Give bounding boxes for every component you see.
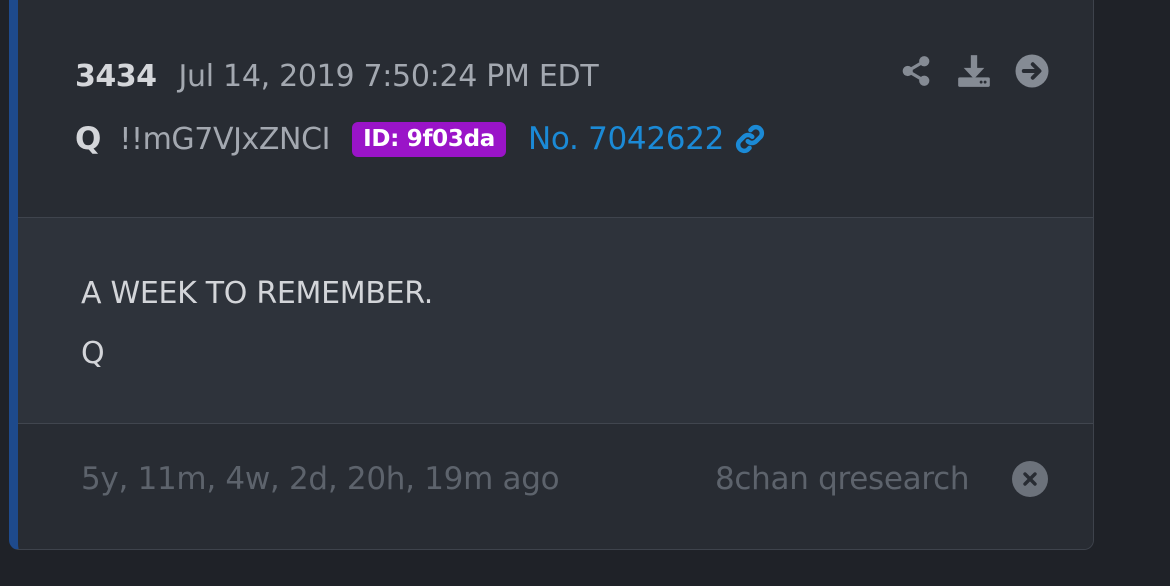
- post-source: 8chan qresearch: [715, 461, 970, 497]
- id-badge: ID: 9f03da: [352, 121, 506, 157]
- post-actions: [896, 51, 1070, 91]
- post-author-row: Q !!mG7VJxZNCI ID: 9f03da No. 7042622: [75, 117, 768, 161]
- share-icon: [902, 56, 930, 86]
- post-message: A WEEK TO REMEMBER. Q: [18, 218, 1093, 424]
- arrow-circle-right-icon: [1015, 54, 1049, 88]
- post-header: 3434 Jul 14, 2019 7:50:24 PM EDT Q !!mG7…: [18, 0, 1093, 218]
- author-name: Q: [75, 121, 102, 157]
- message-line: Q: [81, 336, 105, 371]
- link-icon[interactable]: [732, 121, 768, 157]
- tripcode: !!mG7VJxZNCI: [119, 121, 331, 157]
- post-card: 3434 Jul 14, 2019 7:50:24 PM EDT Q !!mG7…: [9, 0, 1094, 550]
- close-circle-icon: [1023, 472, 1037, 486]
- post-age: 5y, 11m, 4w, 2d, 20h, 19m ago: [81, 461, 560, 497]
- close-button[interactable]: [1012, 461, 1048, 497]
- share-button[interactable]: [896, 51, 936, 91]
- post-meta-row: 3434 Jul 14, 2019 7:50:24 PM EDT: [75, 59, 599, 99]
- download-icon: [958, 55, 990, 87]
- navigate-button[interactable]: [1012, 51, 1052, 91]
- post-number-link[interactable]: No. 7042622: [528, 121, 724, 157]
- post-footer: 5y, 11m, 4w, 2d, 20h, 19m ago 8chan qres…: [18, 424, 1093, 549]
- post-number: 3434: [75, 59, 157, 94]
- post-date: Jul 14, 2019 7:50:24 PM EDT: [178, 59, 599, 94]
- message-line: A WEEK TO REMEMBER.: [81, 276, 433, 311]
- download-button[interactable]: [954, 51, 994, 91]
